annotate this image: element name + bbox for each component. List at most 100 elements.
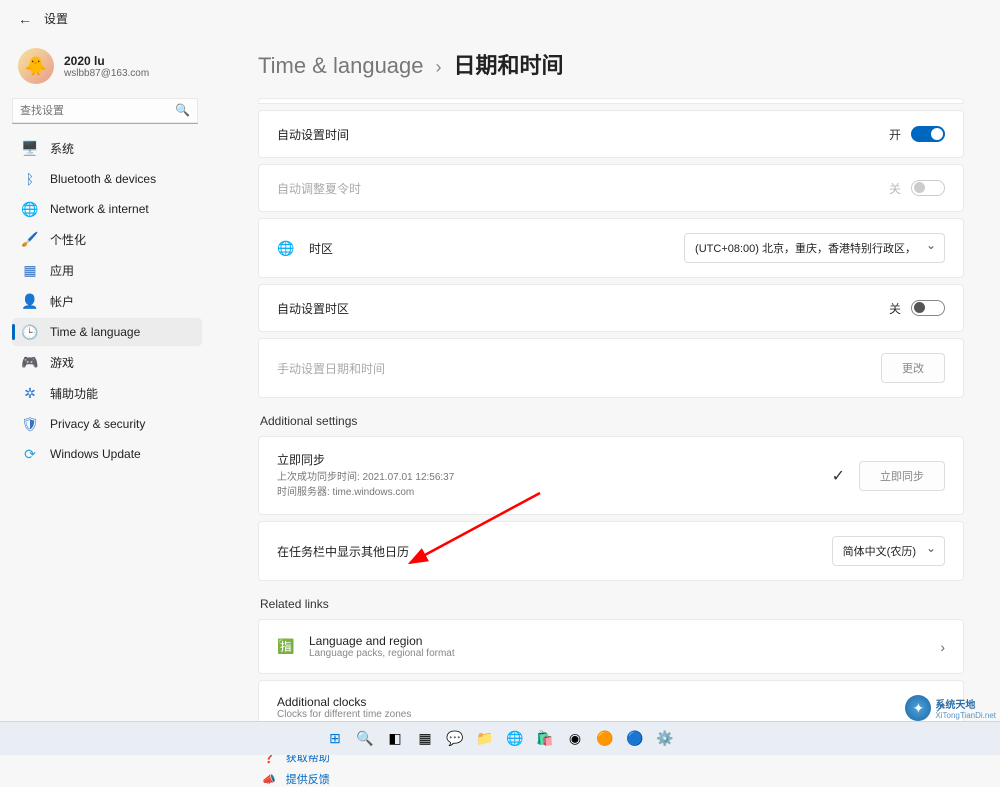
link-subtitle: Language packs, regional format [309, 648, 455, 659]
taskbar: ⊞ 🔍 ◧ ▦ 💬 📁 🌐 🛍️ ◉ 🟠 🔵 ⚙️ [0, 721, 1000, 755]
sync-now-card: 立即同步 上次成功同步时间: 2021.07.01 12:56:37 时间服务器… [258, 436, 964, 515]
nav-icon: ᛒ [22, 171, 38, 187]
change-button: 更改 [881, 353, 945, 383]
timezone-select[interactable]: (UTC+08:00) 北京，重庆，香港特别行政区， [684, 233, 945, 263]
avatar: 🐥 [18, 48, 54, 84]
nav-label: 帐户 [50, 293, 74, 310]
auto-time-toggle[interactable] [911, 126, 945, 142]
section-related-links: Related links [260, 597, 964, 611]
sidebar-item-10[interactable]: ⟳ Windows Update [12, 440, 202, 468]
check-icon: ✓ [832, 466, 845, 486]
nav-icon: ▦ [22, 263, 38, 279]
link-title: Language and region [309, 634, 455, 648]
watermark-line2: XiTongTianDi.net [935, 711, 996, 720]
language-icon: 🈯 [277, 638, 295, 655]
nav-icon: 🕒 [22, 324, 38, 340]
nav-label: 个性化 [50, 231, 86, 248]
dst-toggle [911, 180, 945, 196]
toggle-state-text: 关 [889, 180, 901, 197]
calendar-select[interactable]: 简体中文(农历) [832, 536, 945, 566]
link-subtitle: Clocks for different time zones [277, 709, 411, 720]
chevron-right-icon: › [940, 639, 945, 655]
sidebar-item-0[interactable]: 🖥️ 系统 [12, 134, 202, 163]
setting-timezone: 🌐 时区 (UTC+08:00) 北京，重庆，香港特别行政区， [258, 218, 964, 278]
watermark-logo: ✦ [905, 695, 931, 721]
setting-label: 时区 [309, 240, 333, 257]
sidebar-item-9[interactable]: 🛡 Privacy & security [12, 410, 202, 438]
search-icon: 🔍 [175, 103, 190, 117]
calendar-value: 简体中文(农历) [843, 546, 916, 558]
sync-title: 立即同步 [277, 451, 454, 468]
nav-icon: 🖌️ [22, 232, 38, 248]
setting-auto-time: 自动设置时间 开 [258, 110, 964, 158]
sidebar-item-3[interactable]: 🖌️ 个性化 [12, 225, 202, 254]
sidebar: 🐥 2020 lu wslbb87@163.com 🔍 🖥️ 系统 ᛒ Bluetoo… [0, 36, 210, 468]
main-content: Time & language › 日期和时间 自动设置时间 开 自动调整夏令时… [258, 48, 964, 715]
nav-label: 应用 [50, 262, 74, 279]
give-feedback-link[interactable]: 📣 提供反馈 [258, 771, 964, 787]
toggle-state-text: 关 [889, 300, 901, 317]
link-title: Additional clocks [277, 695, 411, 709]
page-title: 日期和时间 [454, 48, 564, 80]
nav-label: 系统 [50, 140, 74, 157]
breadcrumb: Time & language › 日期和时间 [258, 48, 964, 80]
link-text: 提供反馈 [286, 771, 330, 787]
nav-icon: ⟳ [22, 446, 38, 462]
setting-label: 自动设置时区 [277, 300, 349, 317]
widgets-icon[interactable]: ▦ [413, 727, 437, 751]
profile-email: wslbb87@163.com [64, 68, 149, 79]
edge-icon[interactable]: 🌐 [503, 727, 527, 751]
settings-taskbar-icon[interactable]: ⚙️ [653, 727, 677, 751]
nav-label: Windows Update [50, 447, 141, 461]
chat-icon[interactable]: 💬 [443, 727, 467, 751]
watermark: ✦ 系统天地 XiTongTianDi.net [905, 695, 996, 721]
nav-label: 辅助功能 [50, 385, 98, 402]
search-input[interactable] [12, 98, 198, 124]
setting-label: 在任务栏中显示其他日历 [277, 543, 409, 560]
setting-label: 自动设置时间 [277, 126, 349, 143]
explorer-icon[interactable]: 📁 [473, 727, 497, 751]
nav-label: 游戏 [50, 354, 74, 371]
chrome-icon[interactable]: ◉ [563, 727, 587, 751]
nav-label: Bluetooth & devices [50, 172, 156, 186]
nav-icon: 🛡 [22, 416, 38, 432]
breadcrumb-parent[interactable]: Time & language [258, 53, 424, 79]
globe-icon: 🌐 [277, 240, 295, 257]
nav-icon: 🎮 [22, 355, 38, 371]
nav-icon: 👤 [22, 294, 38, 310]
link-language-region[interactable]: 🈯 Language and region Language packs, re… [258, 619, 964, 674]
store-icon[interactable]: 🛍️ [533, 727, 557, 751]
search-box[interactable]: 🔍 [12, 98, 202, 124]
toggle-state-text: 开 [889, 126, 901, 143]
auto-tz-toggle[interactable] [911, 300, 945, 316]
search-taskbar-icon[interactable]: 🔍 [353, 727, 377, 751]
sidebar-item-4[interactable]: ▦ 应用 [12, 256, 202, 285]
back-button[interactable]: ← [18, 11, 32, 27]
start-button[interactable]: ⊞ [323, 727, 347, 751]
profile-block[interactable]: 🐥 2020 lu wslbb87@163.com [12, 42, 202, 98]
timezone-value: (UTC+08:00) 北京，重庆，香港特别行政区， [695, 243, 916, 255]
setting-taskbar-calendar: 在任务栏中显示其他日历 简体中文(农历) [258, 521, 964, 581]
app-title: 设置 [44, 10, 68, 27]
sync-last-success: 上次成功同步时间: 2021.07.01 12:56:37 [277, 470, 454, 485]
nav-icon: ✲ [22, 386, 38, 402]
sidebar-item-7[interactable]: 🎮 游戏 [12, 348, 202, 377]
setting-auto-tz: 自动设置时区 关 [258, 284, 964, 332]
sidebar-item-1[interactable]: ᛒ Bluetooth & devices [12, 165, 202, 193]
sidebar-item-6[interactable]: 🕒Time & language [12, 318, 202, 346]
chevron-right-icon: › [436, 57, 442, 78]
task-view-icon[interactable]: ◧ [383, 727, 407, 751]
app-icon-2[interactable]: 🔵 [623, 727, 647, 751]
setting-manual-datetime: 手动设置日期和时间 更改 [258, 338, 964, 398]
sync-now-button[interactable]: 立即同步 [859, 461, 945, 491]
watermark-line1: 系统天地 [935, 696, 996, 711]
feedback-icon: 📣 [262, 773, 276, 786]
sidebar-item-8[interactable]: ✲ 辅助功能 [12, 379, 202, 408]
app-icon[interactable]: 🟠 [593, 727, 617, 751]
sidebar-item-5[interactable]: 👤 帐户 [12, 287, 202, 316]
profile-name: 2020 lu [64, 54, 149, 68]
nav-label: Privacy & security [50, 417, 145, 431]
setting-dst: 自动调整夏令时 关 [258, 164, 964, 212]
sidebar-item-2[interactable]: 🌐Network & internet [12, 195, 202, 223]
nav-icon: 🖥️ [22, 141, 38, 157]
